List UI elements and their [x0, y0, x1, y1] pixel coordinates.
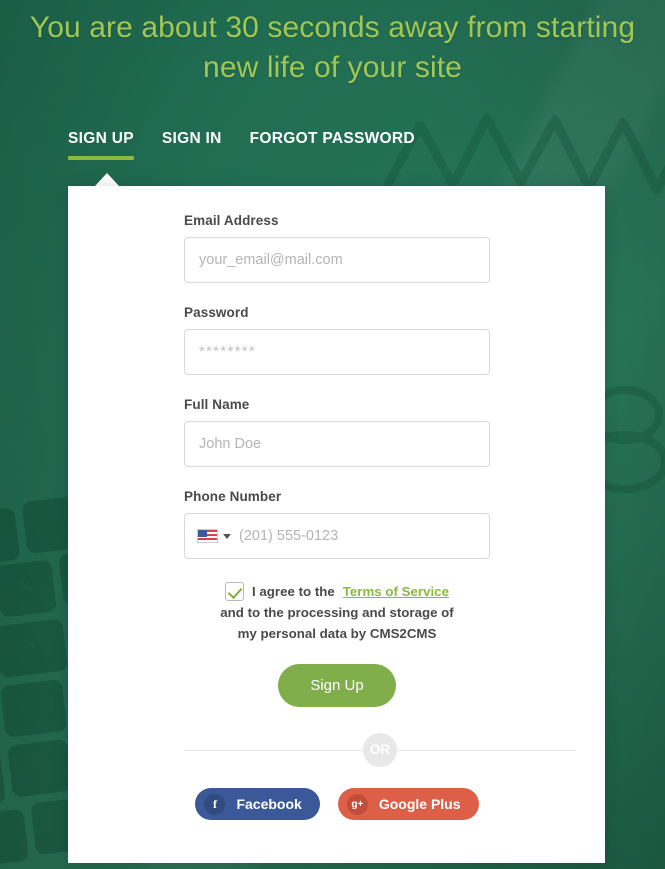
- auth-tabs: SIGN UP SIGN IN FORGOT PASSWORD: [68, 130, 415, 160]
- facebook-icon: f: [204, 793, 226, 815]
- tab-sign-up[interactable]: SIGN UP: [68, 130, 134, 160]
- chevron-down-icon: [223, 533, 231, 539]
- terms-checkbox[interactable]: [225, 582, 245, 601]
- submit-row: Sign Up: [184, 664, 490, 707]
- google-plus-login-button[interactable]: g+ Google Plus: [337, 788, 479, 820]
- email-field-group: Email Address: [184, 213, 490, 283]
- signup-form: Email Address Password Full Name Phone N…: [184, 213, 576, 820]
- google-plus-icon: g+: [346, 793, 368, 815]
- country-selector[interactable]: [185, 514, 239, 558]
- email-input[interactable]: [184, 237, 490, 283]
- facebook-login-button[interactable]: f Facebook: [195, 788, 320, 820]
- phone-input-wrapper: [184, 513, 490, 559]
- tab-sign-in[interactable]: SIGN IN: [162, 130, 222, 160]
- password-field-group: Password: [184, 305, 490, 375]
- email-label: Email Address: [184, 213, 279, 228]
- agreement-third-line: my personal data by CMS2CMS: [237, 626, 437, 641]
- tab-forgot-password[interactable]: FORGOT PASSWORD: [250, 130, 415, 160]
- phone-field-group: Phone Number: [184, 489, 490, 559]
- agreement-second-line: and to the processing and storage of: [220, 605, 454, 620]
- us-flag-icon: [197, 529, 218, 543]
- or-divider: OR: [184, 733, 576, 767]
- sign-up-button[interactable]: Sign Up: [278, 664, 396, 707]
- divider-or-label: OR: [363, 733, 397, 767]
- phone-label: Phone Number: [184, 489, 282, 504]
- password-label: Password: [184, 305, 249, 320]
- google-plus-label: Google Plus: [378, 796, 461, 812]
- page-title: You are about 30 seconds away from start…: [29, 11, 636, 84]
- terms-of-service-link[interactable]: Terms of Service: [343, 581, 449, 602]
- card-pointer-triangle: [95, 173, 119, 186]
- signup-card: Email Address Password Full Name Phone N…: [68, 186, 605, 863]
- facebook-label: Facebook: [236, 796, 302, 812]
- agreement-block: I agree to the Terms of Service and to t…: [184, 581, 490, 644]
- agreement-first-line: I agree to the Terms of Service: [184, 581, 490, 602]
- social-login-row: f Facebook g+ Google Plus: [184, 788, 490, 820]
- phone-input[interactable]: [239, 514, 489, 558]
- signup-page: X S A Alt : You are about 30 seconds awa…: [0, 0, 665, 869]
- full-name-field-group: Full Name: [184, 397, 490, 467]
- full-name-label: Full Name: [184, 397, 250, 412]
- agreement-text-before-link: I agree to the: [252, 584, 335, 599]
- full-name-input[interactable]: [184, 421, 490, 467]
- password-input[interactable]: [184, 329, 490, 375]
